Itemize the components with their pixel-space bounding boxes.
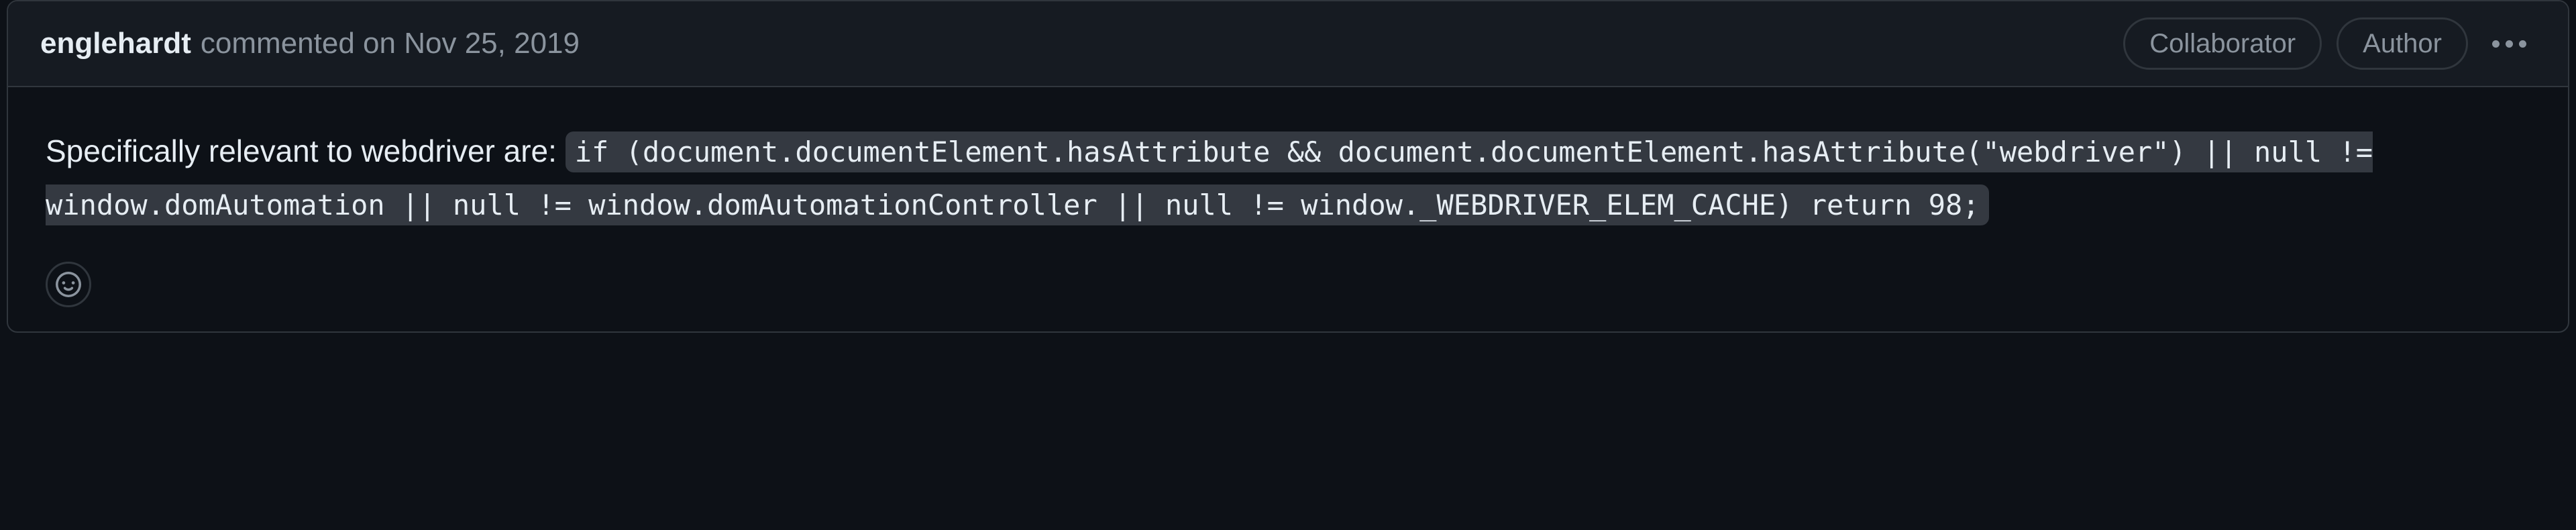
timestamp-link[interactable]: on Nov 25, 2019 [363, 27, 580, 60]
commented-word: commented [201, 27, 355, 60]
add-reaction-button[interactable] [46, 262, 91, 307]
comment-header: englehardt commented on Nov 25, 2019 Col… [8, 1, 2568, 87]
author-link[interactable]: englehardt [40, 26, 191, 62]
smiley-icon [56, 272, 81, 297]
comment-meta: englehardt commented on Nov 25, 2019 [40, 26, 580, 62]
body-intro: Specifically relevant to webdriver are: [46, 134, 566, 168]
comment-body: Specifically relevant to webdriver are: … [8, 87, 2568, 331]
collaborator-badge: Collaborator [2123, 17, 2322, 70]
comment-card: englehardt commented on Nov 25, 2019 Col… [7, 0, 2569, 333]
kebab-icon [2492, 40, 2500, 48]
kebab-icon [2519, 40, 2526, 48]
comment-text: Specifically relevant to webdriver are: … [46, 125, 2530, 231]
header-actions: Collaborator Author [2123, 17, 2536, 70]
kebab-icon [2506, 40, 2513, 48]
kebab-menu-button[interactable] [2483, 35, 2536, 53]
author-badge: Author [2337, 17, 2468, 70]
commented-label: commented on Nov 25, 2019 [201, 26, 580, 62]
